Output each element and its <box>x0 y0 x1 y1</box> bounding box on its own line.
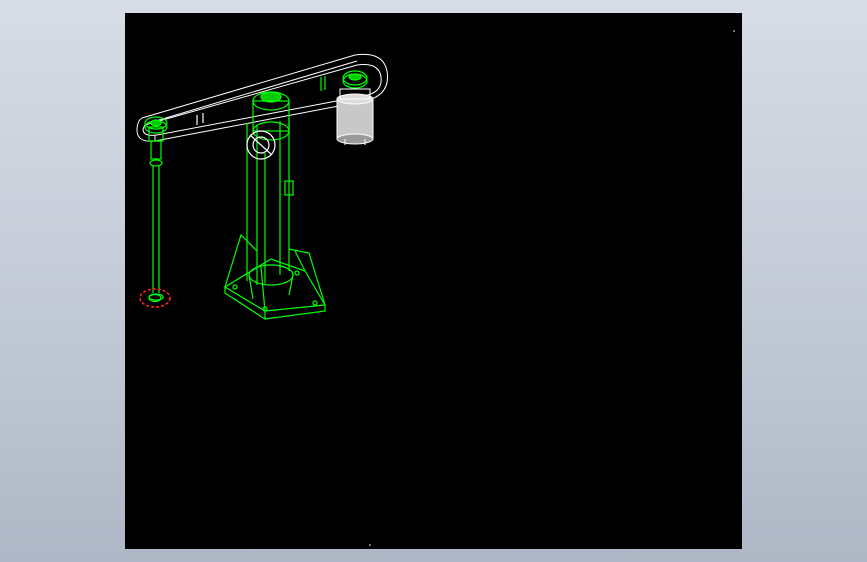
shaft-end-marker[interactable] <box>139 288 171 308</box>
corner-dot <box>733 30 735 32</box>
pivot-hub[interactable] <box>246 91 290 160</box>
cad-viewport[interactable] <box>125 13 742 549</box>
idler-pulley[interactable] <box>144 116 168 142</box>
vertical-shaft[interactable] <box>148 140 164 301</box>
drive-pulley[interactable] <box>320 70 368 91</box>
column-base[interactable] <box>223 233 326 320</box>
corner-dot <box>369 544 371 546</box>
cad-model-drawing[interactable] <box>125 13 742 549</box>
motor[interactable] <box>336 88 374 145</box>
